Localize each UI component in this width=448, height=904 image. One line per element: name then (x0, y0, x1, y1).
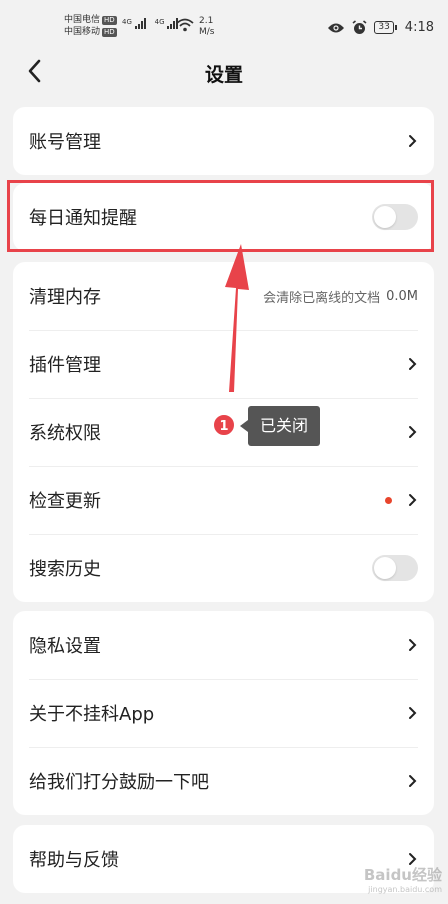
network-type-1: 4G (122, 18, 132, 26)
speed-value: 2.1 (199, 16, 214, 26)
plugin-management-label: 插件管理 (29, 355, 101, 376)
watermark: Baidu经验 jingyan.baidu.com (364, 864, 442, 894)
speed-unit: M/s (199, 27, 215, 37)
about-app-label: 关于不挂科App (29, 704, 155, 725)
network-speed: 2.1 M/s (199, 16, 215, 38)
search-history-label: 搜索历史 (29, 559, 101, 580)
hd-badge-2: HD (102, 28, 117, 37)
alarm-icon (352, 20, 367, 34)
wifi-icon (176, 18, 194, 32)
nav-bar: 设置 (0, 44, 448, 100)
clear-cache-label: 清理内存 (29, 287, 101, 308)
daily-notify-row: 每日通知提醒 (13, 183, 434, 251)
chevron-right-icon (409, 494, 417, 506)
account-card: 账号管理 (13, 107, 434, 175)
about-app-row[interactable]: 关于不挂科App (13, 679, 434, 747)
signal-icon (134, 18, 146, 29)
carrier-1: 中国电信 (64, 15, 101, 25)
check-update-label: 检查更新 (29, 491, 101, 512)
plugin-management-row[interactable]: 插件管理 (13, 330, 434, 398)
chevron-right-icon (409, 135, 417, 147)
carrier-info: 中国电信 HD 中国移动 HD (64, 14, 117, 38)
eye-icon (328, 23, 345, 32)
toggle-knob (374, 557, 396, 579)
clear-cache-note: 会清除已离线的文档 (263, 290, 381, 306)
status-right: 33 4:18 (327, 20, 434, 35)
chevron-right-icon (409, 775, 417, 787)
chevron-right-icon (409, 358, 417, 370)
page-title: 设置 (204, 64, 243, 86)
rate-app-label: 给我们打分鼓励一下吧 (29, 772, 209, 793)
annotation-tooltip: 已关闭 (239, 406, 321, 446)
about-card: 隐私设置 关于不挂科App 给我们打分鼓励一下吧 (13, 611, 434, 815)
clear-cache-row[interactable]: 清理内存 会清除已离线的文档 0.0M (13, 262, 434, 330)
privacy-settings-row[interactable]: 隐私设置 (13, 611, 434, 679)
search-history-toggle[interactable] (372, 555, 418, 581)
update-dot (385, 496, 392, 504)
daily-notify-label: 每日通知提醒 (29, 208, 137, 229)
search-history-row: 搜索历史 (13, 534, 434, 602)
hd-badge-1: HD (102, 16, 117, 25)
carrier-2: 中国移动 (64, 27, 101, 37)
battery-icon: 33 (374, 21, 398, 34)
account-management-row[interactable]: 账号管理 (13, 107, 434, 175)
chevron-right-icon (409, 639, 417, 651)
help-feedback-label: 帮助与反馈 (29, 850, 119, 871)
privacy-settings-label: 隐私设置 (29, 636, 101, 657)
status-bar: 中国电信 HD 中国移动 HD 4G 4G 2.1 M/s 33 4:18 (0, 0, 448, 44)
rate-app-row[interactable]: 给我们打分鼓励一下吧 (13, 747, 434, 815)
network-type-2: 4G (154, 18, 165, 26)
chevron-right-icon (409, 707, 417, 719)
watermark-sub: jingyan.baidu.com (368, 885, 442, 894)
toggle-knob (374, 206, 396, 228)
cache-size: 0.0M (386, 288, 418, 304)
daily-notify-toggle[interactable] (372, 204, 418, 230)
watermark-text: Baidu经验 (363, 866, 442, 884)
notify-card: 每日通知提醒 (13, 183, 434, 251)
check-update-row[interactable]: 检查更新 (13, 466, 434, 534)
step-badge: 1 (212, 413, 236, 437)
clock: 4:18 (404, 20, 434, 35)
chevron-right-icon (409, 426, 417, 438)
account-management-label: 账号管理 (29, 132, 101, 153)
